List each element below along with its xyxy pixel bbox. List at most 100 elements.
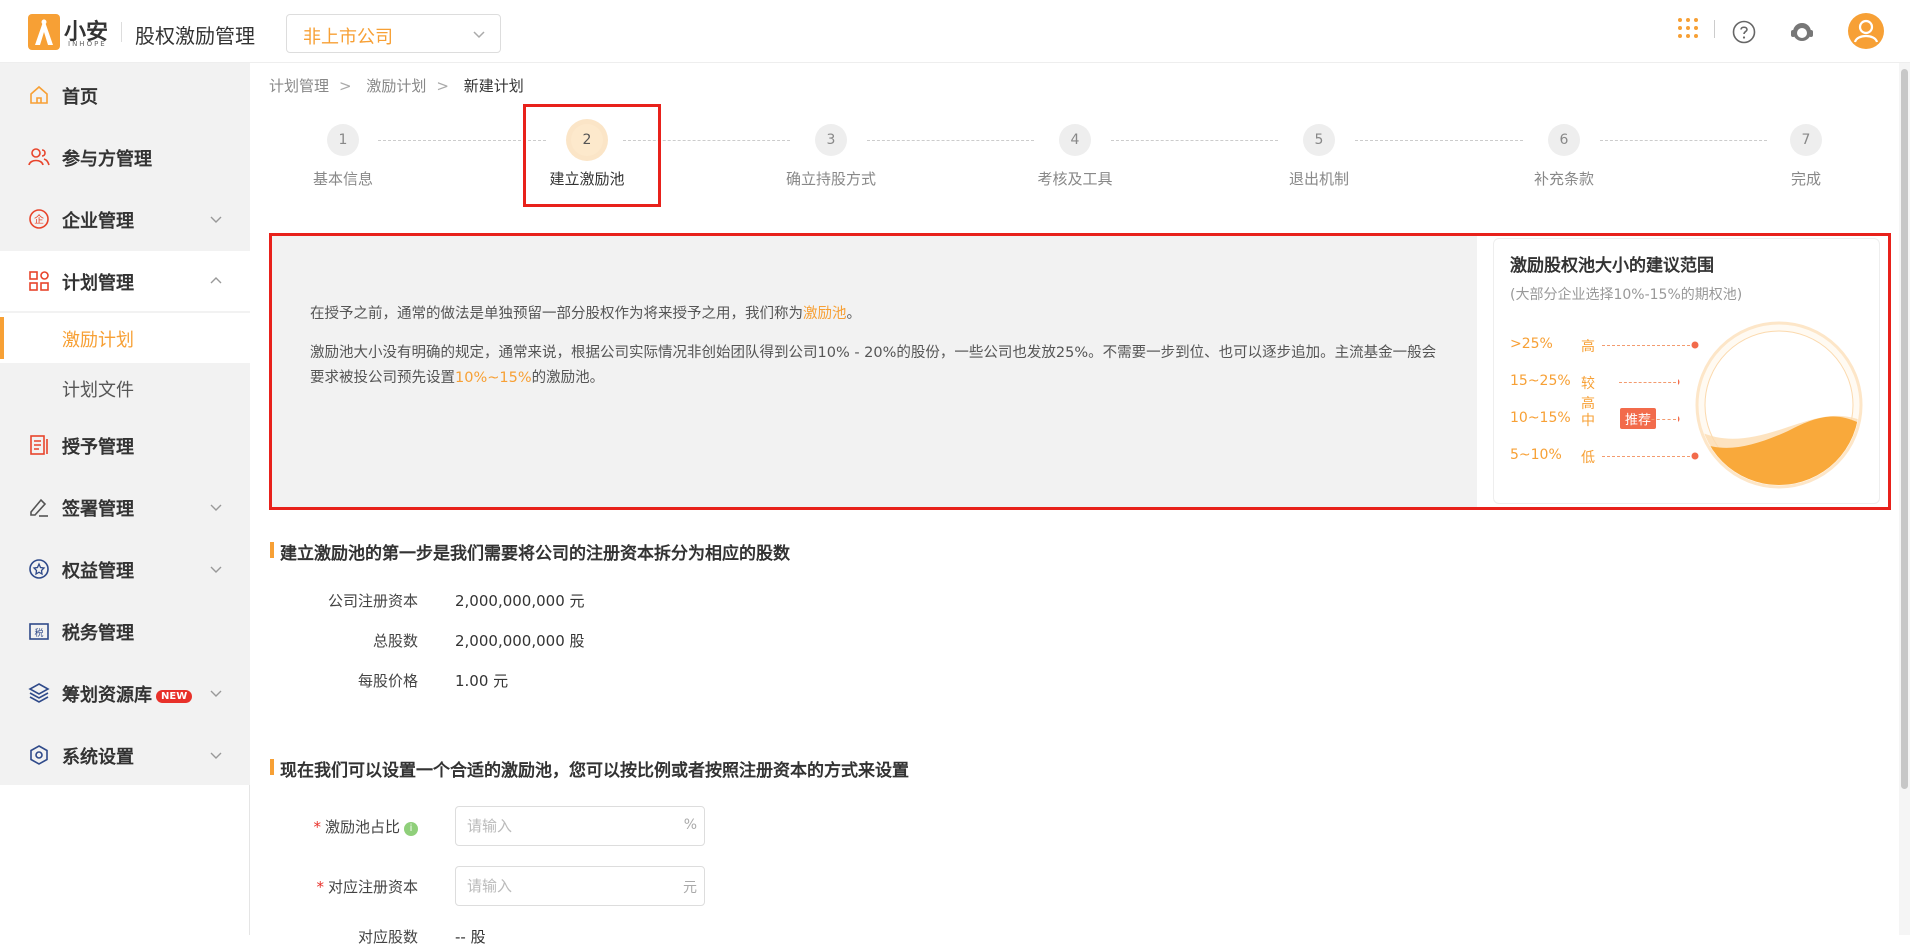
sidebar-item-sign[interactable]: 签署管理 [0, 477, 250, 537]
sidebar-item-label: 权益管理 [62, 561, 134, 582]
sidebar-subitem-incentive-plan[interactable]: 激励计划 [0, 313, 250, 363]
step-assessment-tools[interactable]: 4 考核及工具 [1015, 124, 1135, 189]
breadcrumb: 计划管理 > 激励计划 > 新建计划 [269, 75, 532, 96]
pool-ratio-label: * 激励池占比 i [268, 816, 418, 837]
step-exit-mechanism[interactable]: 5 退出机制 [1259, 124, 1379, 189]
sidebar-item-label: 授予管理 [62, 437, 134, 458]
yuan-suffix: 元 [683, 880, 697, 896]
equity-icon [28, 558, 50, 580]
step-supplementary-terms[interactable]: 6 补充条款 [1504, 124, 1624, 189]
sidebar-item-plan[interactable]: 计划管理 [0, 251, 250, 311]
step-complete[interactable]: 7 完成 [1746, 124, 1866, 189]
step-basic-info[interactable]: 1 基本信息 [283, 124, 403, 189]
intro-highlight-box [269, 233, 1891, 510]
sidebar-item-label: 企业管理 [62, 211, 134, 232]
step-label: 完成 [1790, 170, 1821, 188]
customer-service-icon[interactable] [1789, 19, 1815, 49]
icon-divider [1714, 20, 1715, 38]
home-icon [28, 84, 50, 106]
shares-value: -- 股 [455, 928, 486, 946]
percent-suffix: % [683, 817, 697, 833]
total-shares-label: 总股数 [372, 632, 418, 650]
sidebar-item-label: 参与方管理 [62, 149, 152, 170]
section-title-set-pool: 现在我们可以设置一个合适的激励池，您可以按比例或者按照注册资本的方式来设置 [270, 756, 909, 781]
plan-icon [28, 270, 50, 292]
breadcrumb-item[interactable]: 计划管理 [269, 77, 329, 95]
step-label: 确立持股方式 [785, 170, 876, 188]
step-connector [378, 140, 546, 141]
step-number: 1 [327, 124, 359, 156]
price-per-share-label: 每股价格 [357, 672, 418, 690]
logo-icon[interactable] [28, 14, 60, 50]
sidebar-item-participants[interactable]: 参与方管理 [0, 127, 250, 187]
step-highlight-box [523, 104, 661, 207]
app-title: 股权激励管理 [135, 24, 255, 48]
chevron-down-icon [209, 747, 223, 766]
step-number: 4 [1059, 124, 1091, 156]
sidebar-item-label: 系统设置 [62, 747, 134, 768]
sidebar-item-tax[interactable]: 税 税务管理 [0, 601, 250, 661]
step-number: 7 [1790, 124, 1822, 156]
required-mark: * [316, 878, 324, 896]
sidebar-item-label: 计划管理 [62, 273, 134, 294]
step-number: 5 [1303, 124, 1335, 156]
sidebar-item-grant[interactable]: 授予管理 [0, 415, 250, 475]
chevron-down-icon [209, 211, 223, 230]
info-icon[interactable]: i [404, 822, 418, 836]
user-avatar-icon[interactable] [1848, 13, 1884, 53]
pool-ratio-input[interactable]: % [455, 806, 705, 846]
sidebar-item-equity[interactable]: 权益管理 [0, 539, 250, 599]
pool-ratio-field[interactable] [457, 808, 667, 844]
sidebar-subitem-plan-files[interactable]: 计划文件 [0, 363, 250, 413]
chevron-up-icon [209, 273, 223, 292]
chevron-down-icon [209, 685, 223, 704]
layers-icon [28, 682, 50, 704]
sidebar-item-label: 筹划资源库 NEW [62, 681, 193, 707]
company-type-select[interactable]: 非上市公司 [286, 14, 501, 53]
sidebar-item-text: 筹划资源库 [62, 685, 152, 706]
step-connector [1355, 140, 1523, 141]
required-mark: * [313, 818, 321, 836]
company-icon: 企 [28, 208, 50, 230]
company-type-value: 非上市公司 [303, 27, 393, 48]
scrollbar-thumb[interactable] [1901, 69, 1908, 789]
top-bar: 小安 INHOPE 股权激励管理 非上市公司 [0, 0, 1910, 63]
logo-subtext: INHOPE [68, 40, 107, 48]
section-title-split-capital: 建立激励池的第一步是我们需要将公司的注册资本拆分为相应的股数 [270, 539, 790, 564]
step-connector [1600, 140, 1767, 141]
sidebar-item-home[interactable]: 首页 [0, 65, 250, 125]
apps-grid-icon[interactable] [1677, 17, 1699, 43]
registered-capital-field[interactable] [457, 868, 667, 904]
sidebar-item-company[interactable]: 企 企业管理 [0, 189, 250, 249]
total-shares-value: 2,000,000,000 股 [455, 632, 585, 650]
registered-capital-input[interactable]: 元 [455, 866, 705, 906]
sign-icon [28, 496, 50, 518]
step-number: 6 [1548, 124, 1580, 156]
help-icon[interactable] [1732, 20, 1756, 48]
breadcrumb-current: 新建计划 [463, 77, 524, 95]
breadcrumb-item[interactable]: 激励计划 [366, 77, 426, 95]
sidebar-subitem-label: 激励计划 [62, 330, 134, 351]
step-label: 补充条款 [1533, 170, 1594, 188]
grant-icon [28, 434, 50, 456]
sidebar-item-settings[interactable]: 系统设置 [0, 725, 250, 785]
step-holding-method[interactable]: 3 确立持股方式 [771, 124, 891, 189]
chevron-down-icon [472, 25, 486, 46]
tax-icon: 税 [28, 620, 50, 642]
page-scrollbar[interactable] [1899, 63, 1910, 935]
price-per-share-value: 1.00 元 [455, 672, 509, 690]
sidebar-item-resources[interactable]: 筹划资源库 NEW [0, 663, 250, 723]
step-connector [867, 140, 1034, 141]
step-number: 3 [815, 124, 847, 156]
step-label: 退出机制 [1288, 170, 1349, 188]
sidebar-item-label: 税务管理 [62, 623, 134, 644]
registered-capital-input-label: * 对应注册资本 [268, 876, 418, 897]
chevron-down-icon [209, 561, 223, 580]
svg-text:企: 企 [34, 213, 44, 226]
shares-label: 对应股数 [357, 928, 418, 946]
step-connector [1111, 140, 1278, 141]
pool-ratio-label-text: 激励池占比 [324, 818, 400, 836]
step-label: 基本信息 [312, 170, 373, 188]
users-icon [28, 146, 50, 168]
registered-capital-label: 公司注册资本 [327, 592, 418, 610]
